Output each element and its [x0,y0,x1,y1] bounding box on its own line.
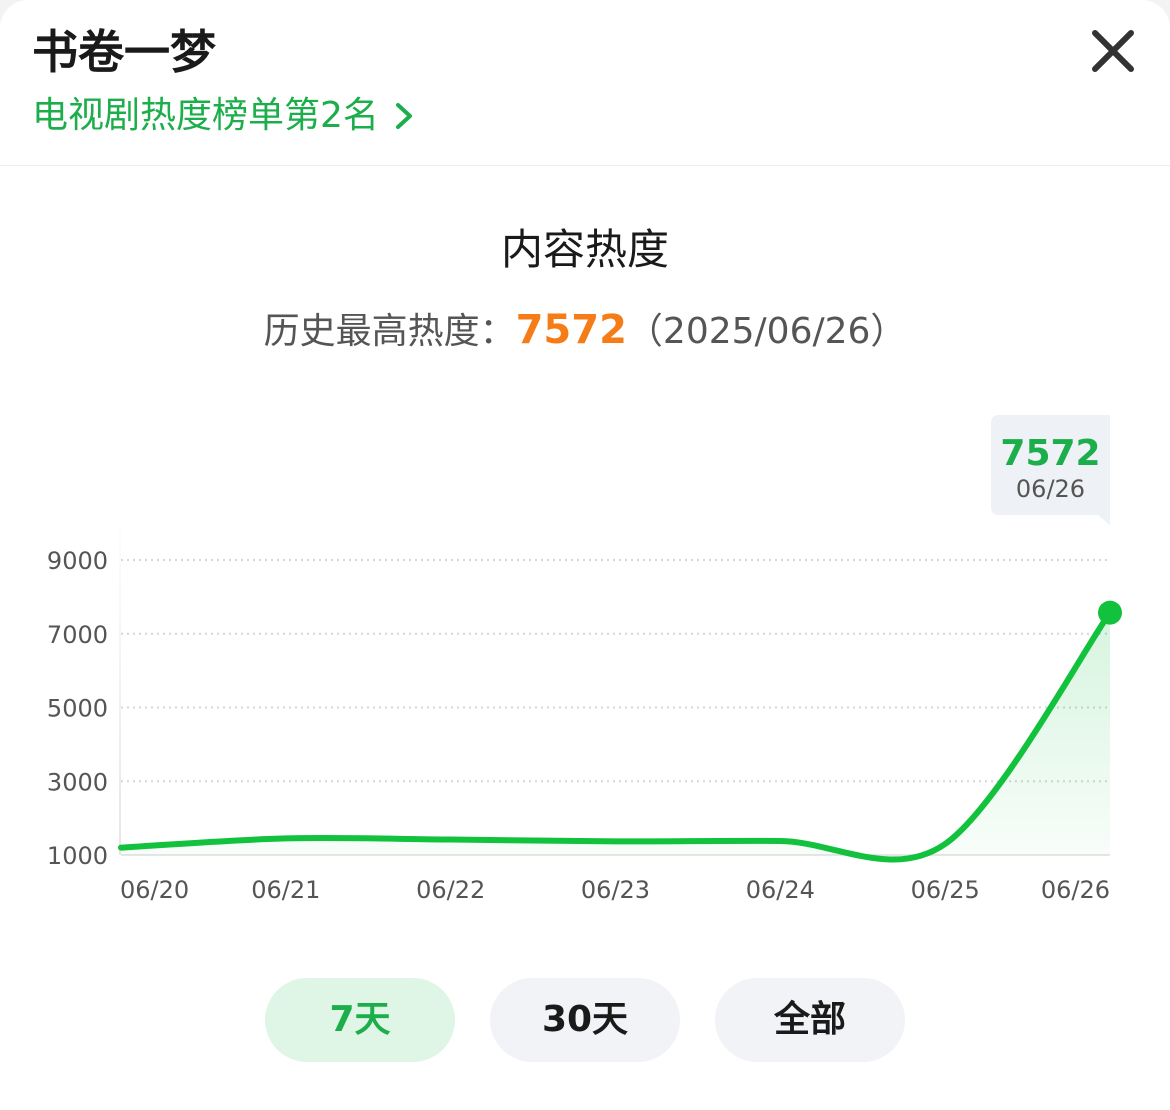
peak-value: 7572 [515,307,627,353]
rank-link[interactable]: 电视剧热度榜单第2名 [32,88,415,144]
heat-chart[interactable]: 1000 3000 5000 7000 9000 06/20 06/21 06/22 06/23… [0,400,1170,920]
series-line [118,609,1113,863]
series-area [121,612,1110,860]
rank-link-label: 电视剧热度榜单第2名 [32,95,379,136]
chevron-right-icon [395,103,412,129]
peak-summary: 历史最高热度：7572（2025/06/26） [0,302,1170,360]
tooltip-value: 7572 [1000,433,1100,474]
x-tick-label: 06/21 [251,876,320,904]
range-button-30-days[interactable]: 30天 [490,978,680,1062]
x-tick-label: 06/24 [746,876,815,904]
y-tick-label: 9000 [47,547,108,575]
x-tick-label: 06/22 [416,876,485,904]
drama-title: 书卷一梦 [32,25,216,79]
peak-label: 历史最高热度： [263,311,516,352]
panel-header: 书卷一梦 电视剧热度榜单第2名 [0,0,1170,166]
heat-panel: 书卷一梦 电视剧热度榜单第2名 内容热度 历史最高热度：7572（2025/06… [0,0,1170,1110]
peak-date: （2025/06/26） [626,311,907,352]
chart-title: 内容热度 [500,225,669,274]
y-tick-label: 3000 [47,768,108,796]
range-button-all[interactable]: 全部 [715,978,905,1062]
y-tick-label: 1000 [47,842,108,870]
range-button-7-days[interactable]: 7天 [265,978,455,1062]
x-tick-label: 06/20 [120,876,189,904]
x-tick-label: 06/25 [911,876,980,904]
range-selector: 7天 30天 全部 [0,978,1170,1062]
tooltip-date: 06/26 [1016,475,1085,503]
y-tick-label: 5000 [47,695,108,723]
x-tick-label: 06/26 [1041,876,1110,904]
y-axis-line [119,505,121,855]
highlight-point[interactable] [1098,600,1122,625]
x-tick-label: 06/23 [581,876,650,904]
y-tick-label: 7000 [47,621,108,649]
close-icon[interactable] [1084,22,1142,80]
